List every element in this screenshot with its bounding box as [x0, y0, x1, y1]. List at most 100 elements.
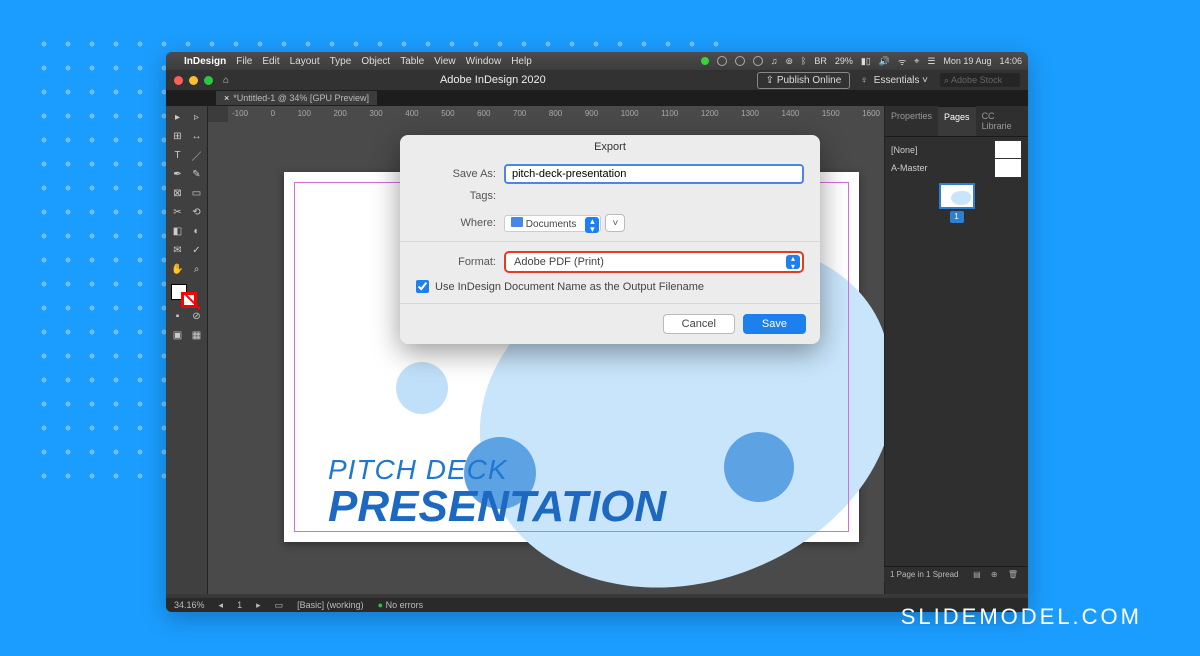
fill-stroke-swatch[interactable]: [169, 282, 205, 306]
screen-mode-preview-icon[interactable]: ▦: [188, 327, 205, 344]
control-center-icon[interactable]: ☰: [927, 56, 935, 67]
menu-window[interactable]: Window: [466, 56, 502, 67]
ruler-horizontal: -100010020030040050060070080090010001100…: [228, 106, 884, 122]
headphones-icon[interactable]: ♫: [771, 56, 778, 66]
saveas-label: Save As:: [416, 168, 496, 180]
dialog-title: Export: [400, 135, 820, 161]
panels-sidebar: Properties Pages CC Librarie [None] A-Ma…: [884, 106, 1028, 598]
free-transform-tool-icon[interactable]: ⟲: [188, 204, 205, 221]
preflight-status[interactable]: ● No errors: [378, 600, 423, 610]
minimize-icon[interactable]: [189, 76, 198, 85]
format-label: Format:: [416, 256, 496, 268]
master-a-row[interactable]: A-Master: [891, 159, 1022, 177]
panel-menu-icon[interactable]: ▤: [973, 570, 985, 579]
rectangle-tool-icon[interactable]: ▭: [188, 185, 205, 202]
zoom-tool-icon[interactable]: ⌕: [188, 261, 205, 278]
eyedropper-tool-icon[interactable]: ✓: [188, 242, 205, 259]
page-nav-input[interactable]: 1: [237, 600, 242, 610]
menu-edit[interactable]: Edit: [262, 56, 279, 67]
expand-dialog-button[interactable]: ˅: [605, 214, 625, 232]
menu-help[interactable]: Help: [511, 56, 532, 67]
workspace-picker[interactable]: Essentials ˅: [874, 75, 928, 86]
app-title: Adobe InDesign 2020: [235, 74, 751, 86]
app-window: InDesign File Edit Layout Type Object Ta…: [166, 52, 1028, 612]
menu-type[interactable]: Type: [330, 56, 352, 67]
tab-properties[interactable]: Properties: [885, 106, 938, 136]
direct-selection-tool-icon[interactable]: ▹: [188, 109, 205, 126]
where-label: Where:: [416, 217, 496, 229]
menu-layout[interactable]: Layout: [290, 56, 320, 67]
menu-object[interactable]: Object: [361, 56, 390, 67]
battery-level: 29%: [835, 56, 853, 66]
cancel-button[interactable]: Cancel: [663, 314, 735, 334]
hand-tool-icon[interactable]: ✋: [169, 261, 186, 278]
volume-icon[interactable]: 🔊: [879, 56, 890, 67]
maximize-icon[interactable]: [204, 76, 213, 85]
pages-panel-footer: 1 Page in 1 Spread ▤ ⊕ 🗑: [884, 566, 1028, 582]
use-doc-name-label: Use InDesign Document Name as the Output…: [435, 281, 704, 293]
note-tool-icon[interactable]: ✉: [169, 242, 186, 259]
page-thumb-icon: [994, 158, 1022, 178]
close-icon[interactable]: [174, 76, 183, 85]
save-button[interactable]: Save: [743, 314, 806, 334]
page-tool-icon[interactable]: ⊞: [169, 128, 186, 145]
watermark-label: SLIDEMODEL.COM: [901, 604, 1142, 630]
master-none-row[interactable]: [None]: [891, 141, 1022, 159]
gradient-tool-icon[interactable]: ◧: [169, 223, 186, 240]
pencil-tool-icon[interactable]: ✎: [188, 166, 205, 183]
ruler-vertical: [208, 122, 228, 598]
menu-file[interactable]: File: [236, 56, 252, 67]
status-bar: 34.16% ◂ 1 ▸ ▭ [Basic] (working) ● No er…: [166, 598, 1028, 612]
home-icon[interactable]: ⌂: [223, 75, 229, 86]
time-label: 14:06: [999, 56, 1022, 66]
publish-online-button[interactable]: ⇪ Publish Online: [757, 72, 851, 89]
battery-icon[interactable]: ▮▯: [861, 56, 871, 67]
folder-icon: [511, 217, 523, 227]
document-tab[interactable]: × *Untitled-1 @ 34% [GPU Preview]: [216, 91, 377, 105]
tags-label: Tags:: [416, 190, 496, 202]
page-thumb-icon: [994, 140, 1022, 160]
line-tool-icon[interactable]: ／: [188, 147, 205, 164]
screen-mode-normal-icon[interactable]: ▣: [169, 327, 186, 344]
open-panel-icon[interactable]: ▭: [275, 600, 284, 611]
tray-icon-1[interactable]: [717, 56, 727, 66]
apply-color-icon[interactable]: ▪: [169, 308, 186, 325]
stock-search-input[interactable]: ⌕ Adobe Stock: [940, 73, 1020, 87]
selection-tool-icon[interactable]: ▸: [169, 109, 186, 126]
trash-icon[interactable]: 🗑: [1008, 570, 1022, 579]
menu-app[interactable]: InDesign: [184, 56, 226, 67]
document-tabbar: × *Untitled-1 @ 34% [GPU Preview]: [166, 90, 1028, 106]
mac-menubar: InDesign File Edit Layout Type Object Ta…: [166, 52, 1028, 70]
lang-indicator[interactable]: BR: [814, 56, 827, 66]
format-dropdown[interactable]: Adobe PDF (Print) ▴▾: [504, 251, 804, 273]
gradient-feather-tool-icon[interactable]: ◐: [188, 223, 205, 240]
apply-none-icon[interactable]: ⊘: [188, 308, 205, 325]
pen-tool-icon[interactable]: ✒: [169, 166, 186, 183]
tab-pages[interactable]: Pages: [938, 106, 976, 136]
menu-table[interactable]: Table: [400, 56, 424, 67]
filename-input[interactable]: [504, 164, 804, 184]
lightbulb-icon[interactable]: ♀: [860, 75, 868, 86]
wifi-icon-2[interactable]: ᯤ: [898, 55, 906, 68]
zoom-level[interactable]: 34.16%: [174, 600, 205, 610]
where-dropdown[interactable]: Documents ▴▾: [504, 215, 601, 232]
page-nav-next-icon[interactable]: ▸: [256, 600, 261, 611]
bluetooth-icon[interactable]: ᛒ: [801, 56, 806, 66]
new-page-icon[interactable]: ⊕: [991, 570, 1002, 579]
app-titlebar: ⌂ Adobe InDesign 2020 ⇪ Publish Online ♀…: [166, 70, 1028, 90]
page-nav-prev-icon[interactable]: ◂: [219, 600, 224, 611]
page-1-thumbnail[interactable]: [939, 183, 975, 209]
gap-tool-icon[interactable]: ↔: [188, 128, 205, 145]
tab-cc-libraries[interactable]: CC Librarie: [976, 106, 1028, 136]
wifi-icon[interactable]: ⊚: [785, 56, 793, 67]
tray-icon-3[interactable]: [753, 56, 763, 66]
scissors-tool-icon[interactable]: ✂: [169, 204, 186, 221]
menu-view[interactable]: View: [434, 56, 456, 67]
type-tool-icon[interactable]: T: [169, 147, 186, 164]
use-doc-name-checkbox[interactable]: [416, 280, 429, 293]
rectangle-frame-tool-icon[interactable]: ⊠: [169, 185, 186, 202]
status-dot-icon: [701, 57, 709, 65]
chevron-down-icon: ˅: [612, 218, 618, 229]
spotlight-icon[interactable]: ⌖: [914, 56, 919, 67]
tray-icon-2[interactable]: [735, 56, 745, 66]
